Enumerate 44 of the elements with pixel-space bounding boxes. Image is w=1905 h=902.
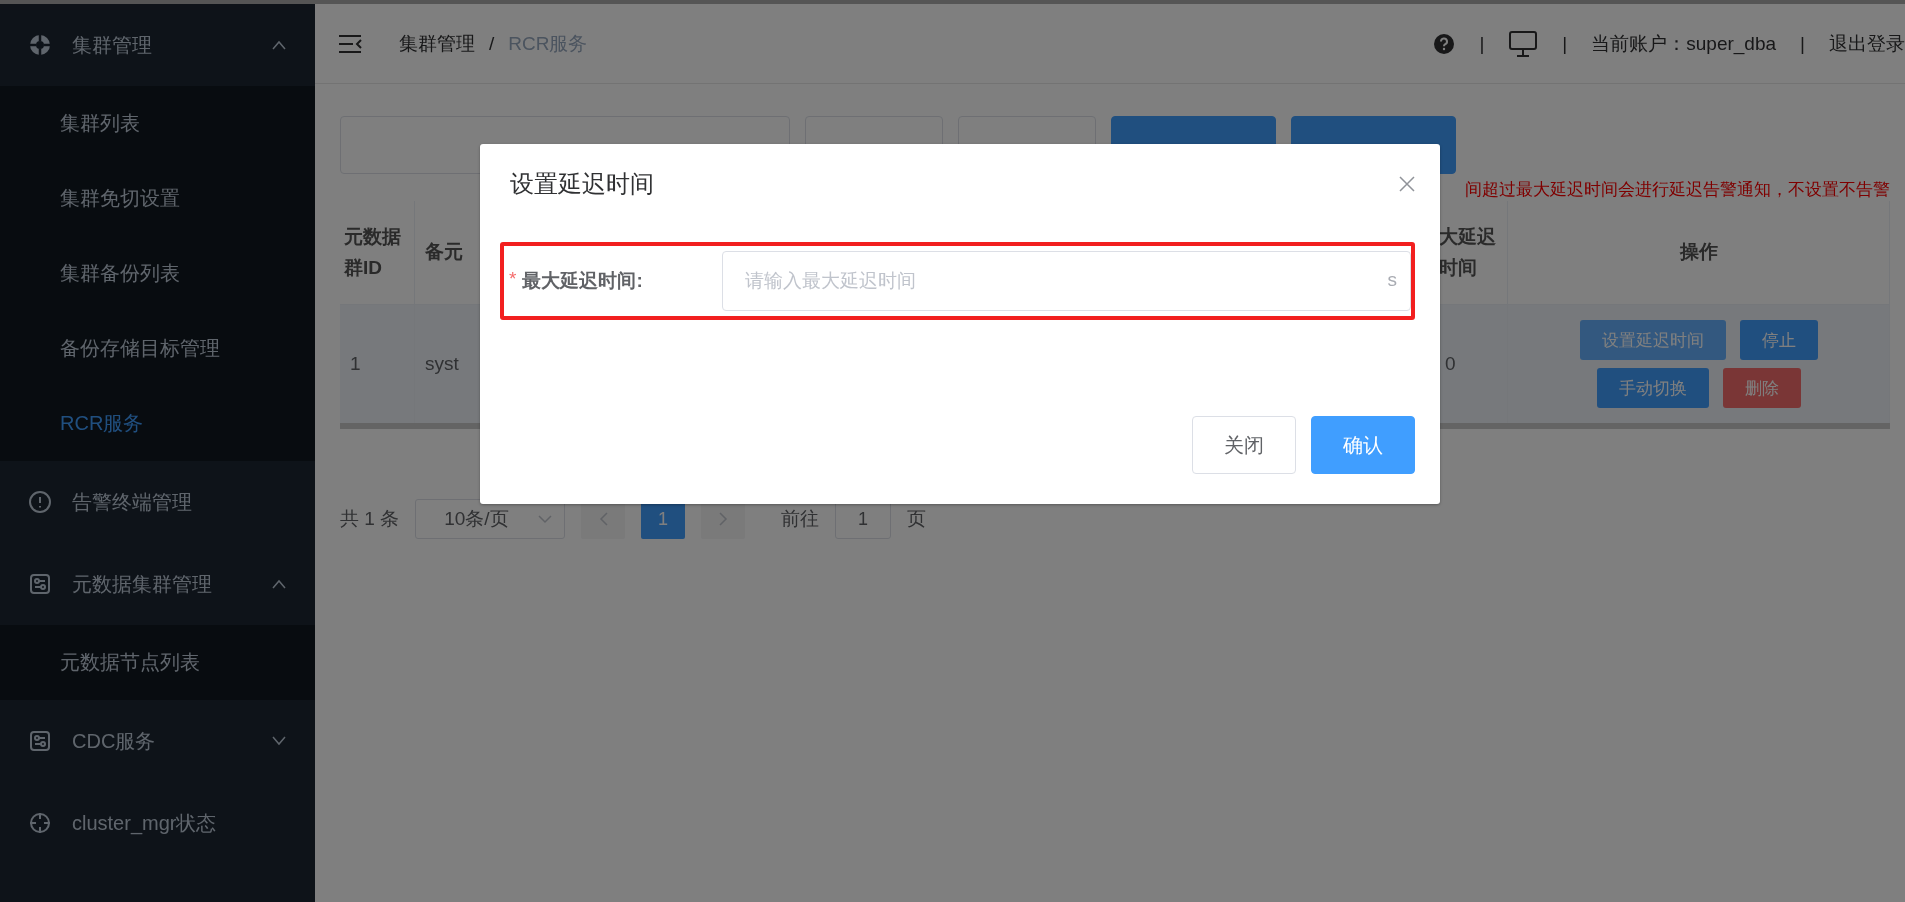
menu-icon[interactable]: [337, 32, 363, 55]
chevron-left-icon: [598, 512, 608, 526]
sidebar-item[interactable]: 集群列表: [0, 86, 315, 161]
dialog-button[interactable]: 关闭: [1192, 416, 1296, 474]
account-label: 当前账户：super_dba: [1591, 31, 1777, 57]
dialog-button[interactable]: 确认: [1311, 416, 1415, 474]
sidebar-group[interactable]: CDC服务: [0, 700, 315, 782]
table-cell: 1: [340, 305, 415, 423]
close-icon[interactable]: [1399, 176, 1415, 192]
required-mark: *: [509, 268, 517, 291]
sliders-icon: [28, 572, 52, 596]
dialog-title: 设置延迟时间: [510, 169, 654, 199]
sidebar-item[interactable]: 备份存储目标管理: [0, 311, 315, 386]
sidebar-group[interactable]: 集群管理: [0, 4, 315, 86]
hint-text: 间超过最大延迟时间会进行延迟告警通知，不设置不告警: [1465, 179, 1890, 201]
action-button[interactable]: 删除: [1722, 368, 1801, 408]
goto-label: 前往: [781, 507, 820, 531]
action-button[interactable]: 手动切换: [1596, 368, 1709, 408]
divider-text: |: [1800, 32, 1805, 55]
sidebar-group[interactable]: cluster_mgr状态: [0, 782, 315, 864]
unit-suffix: s: [1387, 270, 1397, 289]
warning-icon: [28, 490, 52, 514]
logout-link[interactable]: 退出登录: [1829, 30, 1905, 57]
goto-suffix: 页: [907, 507, 927, 531]
sidebar-group[interactable]: 告警终端管理: [0, 461, 315, 543]
help-icon[interactable]: [1433, 32, 1456, 55]
sidebar-item[interactable]: 元数据节点列表: [0, 625, 315, 700]
chevron-right-icon: [718, 512, 728, 526]
monitor-icon[interactable]: [1508, 29, 1539, 58]
divider-text: |: [1562, 32, 1568, 55]
divider-text: |: [1479, 32, 1485, 55]
sidebar-item[interactable]: RCR服务: [0, 386, 315, 461]
action-button[interactable]: 设置延迟时间: [1579, 320, 1726, 360]
total-count: 共 1 条: [340, 507, 400, 531]
breadcrumb-item[interactable]: 集群管理: [399, 30, 475, 57]
breadcrumb-separator: /: [489, 32, 495, 55]
sidebar-group[interactable]: 元数据集群管理: [0, 543, 315, 625]
action-button[interactable]: 停止: [1739, 320, 1818, 360]
sidebar-item[interactable]: 集群备份列表: [0, 236, 315, 311]
sliders-icon: [28, 729, 52, 753]
target-icon: [28, 33, 52, 57]
chevron-down-icon: [538, 514, 553, 524]
crosshair-icon: [28, 811, 52, 835]
sidebar-item[interactable]: 集群免切设置: [0, 161, 315, 236]
